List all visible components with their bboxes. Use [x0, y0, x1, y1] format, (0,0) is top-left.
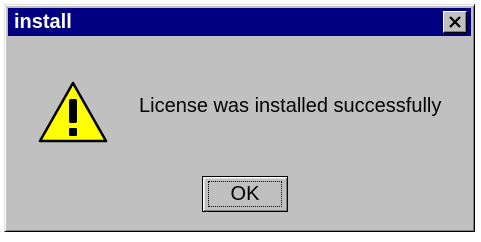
- close-button[interactable]: [443, 11, 467, 33]
- close-x-icon: [449, 16, 461, 28]
- ok-button-label: OK: [208, 181, 282, 207]
- warning-icon: [38, 81, 108, 143]
- window-title: install: [14, 11, 72, 33]
- dialog-window: install License was installed successful…: [4, 4, 475, 232]
- title-bar[interactable]: install: [8, 8, 471, 36]
- message-text: License was installed successfully: [139, 95, 442, 117]
- ok-button[interactable]: OK: [202, 176, 288, 212]
